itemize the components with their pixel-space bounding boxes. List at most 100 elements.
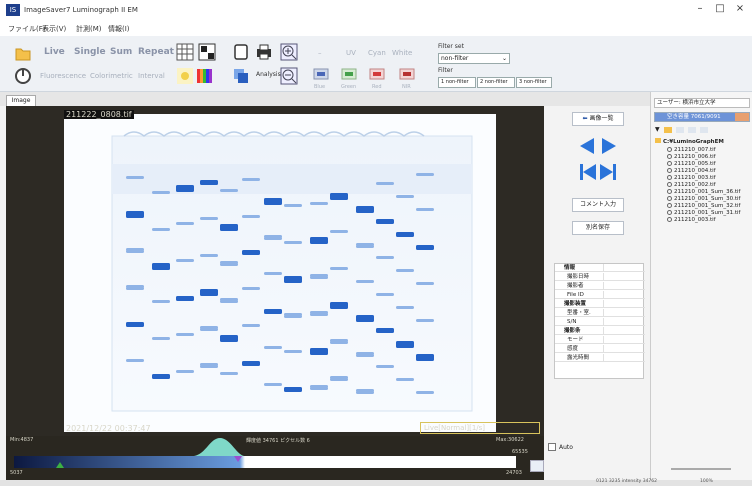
tree-tool-icon-3[interactable] xyxy=(700,127,708,133)
toolbar: Live Single Sum Repeat – UV Cyan White F… xyxy=(0,36,752,92)
tree-root-label: C:¥LuminoGraphEM xyxy=(663,139,724,145)
info-row[interactable]: 撮影者 xyxy=(555,282,645,290)
tree-tool-icon-2[interactable] xyxy=(688,127,696,133)
histogram-peak xyxy=(194,438,244,456)
tree-tool-icon-1[interactable] xyxy=(676,127,684,133)
grid-icon[interactable] xyxy=(176,43,194,61)
histogram-panel[interactable]: Min:4837 Max:30622 輝度値 34761 ピクセル数 6 655… xyxy=(6,436,544,480)
tree-item[interactable]: 211210_001_Sum_31.tif xyxy=(667,210,740,216)
info-row[interactable]: S/N xyxy=(555,318,645,326)
next-image-icon[interactable] xyxy=(602,138,616,154)
red-light-icon[interactable] xyxy=(368,66,386,84)
image-viewer[interactable]: 211222_0808.tif 2021/12/22 00:37:47 Live… xyxy=(6,106,544,436)
close-button[interactable]: × xyxy=(730,3,750,14)
root-folder-icon xyxy=(655,138,661,143)
tree-item[interactable]: 211210_005.tif xyxy=(667,161,716,167)
info-title-row[interactable]: 情報 xyxy=(555,264,645,272)
tree-item[interactable]: 211210_003.tif xyxy=(667,217,716,223)
repeat-button[interactable]: Repeat xyxy=(138,47,174,57)
interval-button[interactable]: Interval xyxy=(138,72,165,80)
tree-item[interactable]: 211210_001_Sum_36.tif xyxy=(667,189,740,195)
tree-item[interactable]: 211210_001_Sum_30.tif xyxy=(667,196,740,202)
zoom-out-icon[interactable] xyxy=(280,67,298,85)
menu-view[interactable]: 表示(V) xyxy=(42,24,66,34)
tree-filter-icon[interactable]: ▼ xyxy=(655,126,660,133)
filter-set-select[interactable]: non-filter ⌄ xyxy=(438,53,510,64)
gel-band xyxy=(264,200,282,205)
tree-item[interactable]: 211210_003.tif xyxy=(667,175,716,181)
info-row[interactable]: モード xyxy=(555,336,645,344)
gel-band xyxy=(176,370,194,373)
gel-band xyxy=(356,317,374,322)
gel-band xyxy=(176,333,194,336)
color-palette-icon[interactable] xyxy=(196,67,214,85)
gel-band xyxy=(284,204,302,207)
first-image-icon[interactable] xyxy=(583,164,596,180)
open-folder-icon[interactable] xyxy=(14,44,32,62)
power-icon[interactable] xyxy=(14,67,32,85)
tree-item-label: 211210_003.tif xyxy=(674,217,716,223)
info-row[interactable]: 型番・室. xyxy=(555,309,645,317)
gel-image xyxy=(64,114,496,432)
print-icon[interactable] xyxy=(255,43,273,61)
info-title: 情報 xyxy=(564,265,576,271)
tree-item-label: 211210_004.tif xyxy=(674,168,716,174)
overlay-icon[interactable] xyxy=(232,67,250,85)
menu-file[interactable]: ファイル(F) xyxy=(8,24,46,34)
sum-button[interactable]: Sum xyxy=(110,47,132,57)
image-list-label: 画像一覧 xyxy=(589,115,614,122)
histogram-tool-button[interactable] xyxy=(530,460,544,472)
info-row[interactable]: 撮影条 xyxy=(555,327,645,335)
new-page-icon[interactable] xyxy=(232,43,250,61)
info-row[interactable]: 撮影日時 xyxy=(555,273,645,281)
fluorescence-button[interactable]: Fluorescence xyxy=(40,72,86,80)
comment-button[interactable]: コメント入力 xyxy=(572,198,624,212)
tree-folder-icon[interactable] xyxy=(664,127,672,133)
menu-info[interactable]: 情報(I) xyxy=(108,24,130,34)
tree-item[interactable]: 211210_002.tif xyxy=(667,182,716,188)
gel-band xyxy=(416,356,434,361)
image-layout-icon[interactable] xyxy=(198,43,216,61)
uv-button[interactable]: UV xyxy=(346,49,356,57)
blue-light-icon[interactable] xyxy=(312,66,330,84)
tree-scrollbar[interactable] xyxy=(671,468,731,470)
menu-bar: ファイル(F) 表示(V) 計測(M) 情報(I) xyxy=(0,22,752,36)
info-row[interactable]: File ID xyxy=(555,291,645,299)
maximize-button[interactable]: □ xyxy=(710,3,730,14)
tree-item[interactable]: 211210_001_Sum_32.tif xyxy=(667,203,740,209)
info-row[interactable]: 撮影装置 xyxy=(555,300,645,308)
tree-item[interactable]: 211210_006.tif xyxy=(667,154,716,160)
cyan-button[interactable]: Cyan xyxy=(368,49,386,57)
filter-slot-1[interactable]: 1 non-filter xyxy=(438,77,476,88)
live-button[interactable]: Live xyxy=(44,47,65,57)
image-file-icon xyxy=(667,147,672,152)
tree-item[interactable]: 211210_007.tif xyxy=(667,147,716,153)
zoom-in-icon[interactable] xyxy=(280,43,298,61)
gel-band xyxy=(200,254,218,257)
analysis-button[interactable]: Analysis xyxy=(256,71,281,78)
info-row[interactable]: 感度 xyxy=(555,345,645,353)
tree-item[interactable]: 211210_004.tif xyxy=(667,168,716,174)
filter-slot-2[interactable]: 2 non-filter xyxy=(477,77,515,88)
nir-light-icon[interactable] xyxy=(398,66,416,84)
gel-band xyxy=(176,222,194,225)
minimize-button[interactable]: – xyxy=(690,3,710,14)
save-as-button[interactable]: 別名保存 xyxy=(572,221,624,235)
info-row[interactable]: 露光時間 xyxy=(555,354,645,362)
last-image-icon[interactable] xyxy=(600,164,613,180)
blue-label: Blue xyxy=(314,84,326,90)
filter-slot-3[interactable]: 3 non-filter xyxy=(516,77,552,88)
single-button[interactable]: Single xyxy=(74,47,106,57)
user-select[interactable]: ユーザー: 横浜市立大学 xyxy=(654,98,750,108)
colorimetric-button[interactable]: Colorimetric xyxy=(90,72,133,80)
white-button[interactable]: White xyxy=(392,49,412,57)
menu-measure[interactable]: 計測(M) xyxy=(76,24,102,34)
green-light-icon[interactable] xyxy=(340,66,358,84)
prev-image-icon[interactable] xyxy=(580,138,594,154)
tree-root[interactable]: C:¥LuminoGraphEM xyxy=(655,138,724,145)
tab-image[interactable]: Image xyxy=(6,95,36,106)
image-file-icon xyxy=(667,217,672,222)
image-list-button[interactable]: ⬅ 画像一覧 xyxy=(572,112,624,126)
brightness-icon[interactable] xyxy=(176,67,194,85)
auto-checkbox[interactable] xyxy=(548,443,556,451)
